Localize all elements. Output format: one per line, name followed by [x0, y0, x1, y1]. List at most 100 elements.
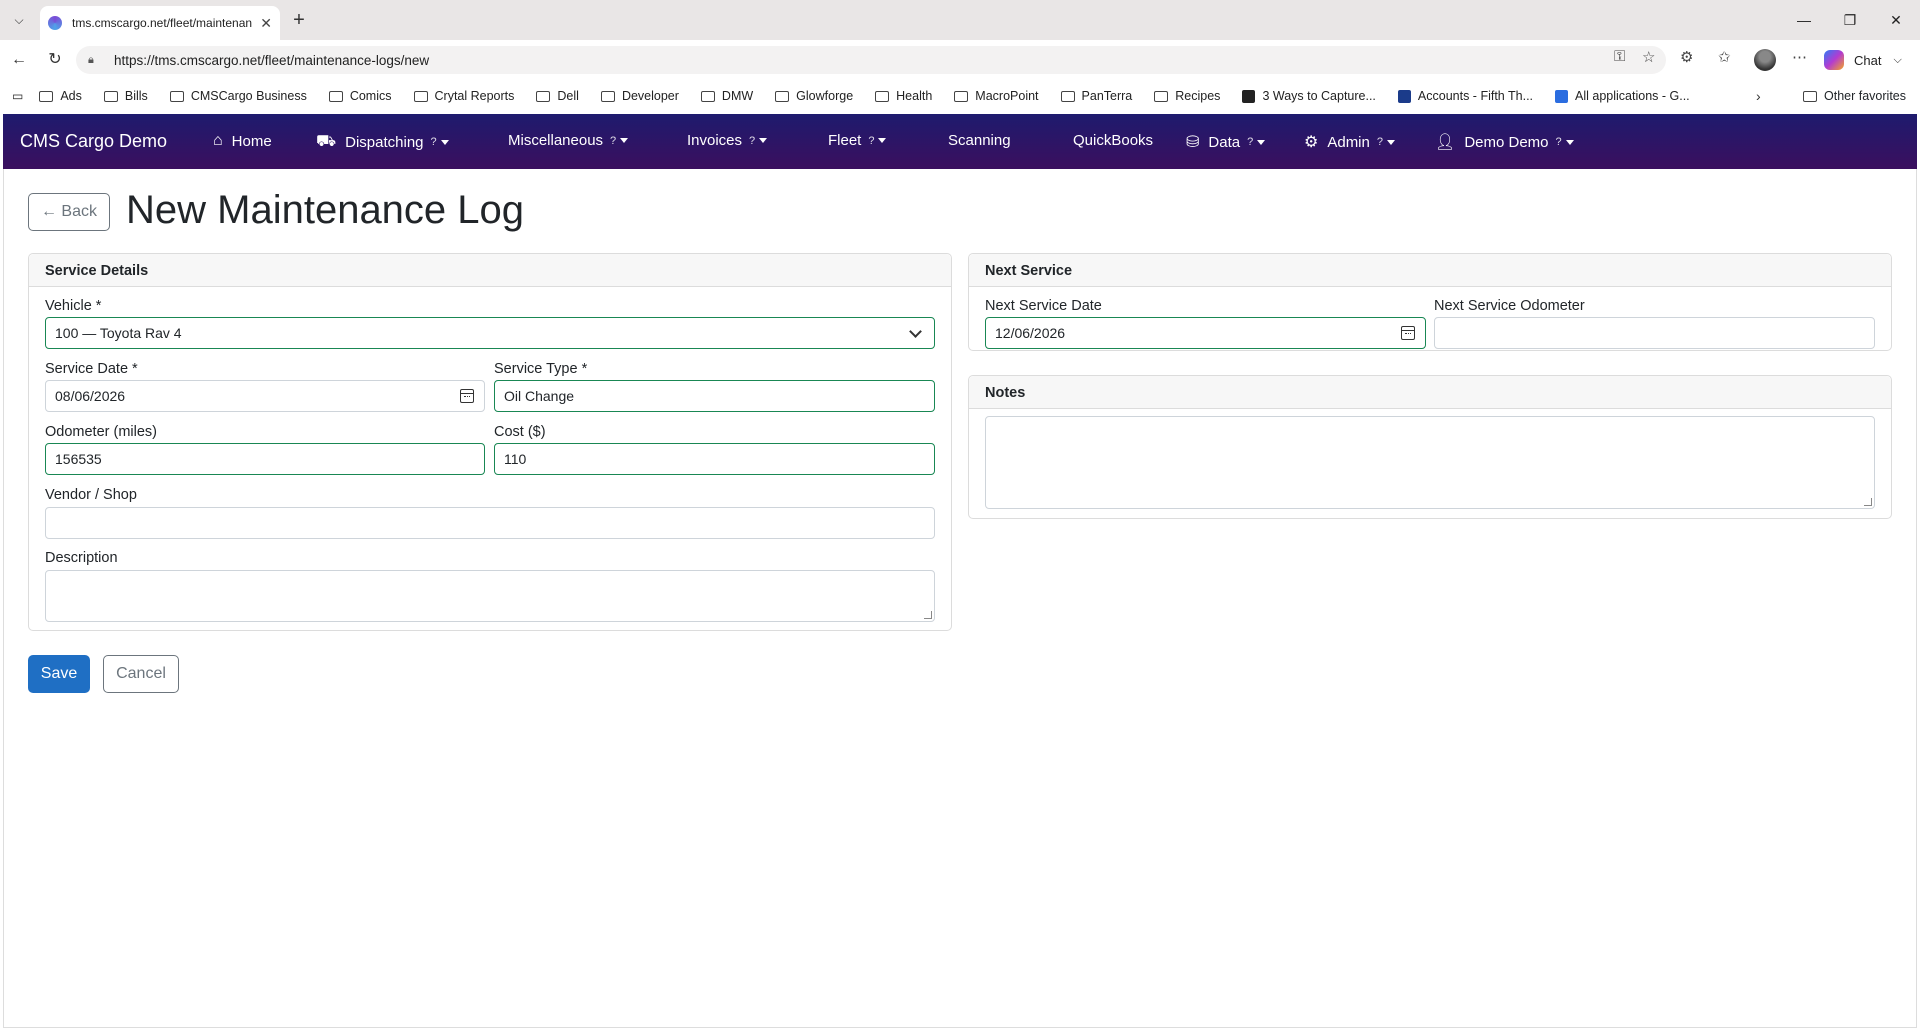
favorites-list-icon[interactable]: ✩	[1718, 48, 1731, 66]
lock-icon: 🔒︎	[88, 54, 94, 66]
bookmark-3-ways[interactable]: 3 Ways to Capture...	[1242, 89, 1376, 103]
odometer-input[interactable]: 156535	[45, 443, 485, 475]
bookmark-label: Ads	[60, 89, 82, 103]
bookmark-label: PanTerra	[1081, 89, 1133, 103]
bookmark-folder-ads[interactable]: Ads	[39, 89, 82, 103]
vehicle-select[interactable]: 100 — Toyota Rav 4	[45, 317, 935, 349]
next-service-date-input[interactable]: 12/06/2026	[985, 317, 1426, 349]
other-favorites[interactable]: Other favorites	[1803, 84, 1906, 108]
calendar-icon[interactable]	[460, 389, 474, 403]
nav-user[interactable]: 👤︎ Demo Demo?	[1435, 132, 1574, 152]
nav-label: Fleet	[828, 132, 862, 149]
nav-label: Demo Demo	[1464, 133, 1549, 151]
folder-icon	[328, 90, 343, 102]
notes-textarea[interactable]	[985, 416, 1875, 509]
caret-down-icon	[878, 138, 887, 143]
cost-input[interactable]: 110	[494, 443, 935, 475]
copilot-label: Chat	[1854, 52, 1882, 68]
minimize-icon[interactable]: —	[1784, 8, 1824, 32]
bookmark-folder-comics[interactable]: Comics	[328, 89, 392, 103]
new-tab-plus-icon[interactable]: +	[288, 9, 310, 31]
bookmark-folder-bills[interactable]: Bills	[103, 89, 148, 103]
help-mark: ?	[1247, 136, 1254, 148]
nav-data[interactable]: ⛁ Data?	[1186, 132, 1266, 152]
user-icon: 👤︎	[1435, 134, 1456, 151]
next-service-odometer-input[interactable]	[1434, 317, 1875, 349]
description-textarea[interactable]	[45, 570, 935, 622]
profile-avatar[interactable]	[1754, 49, 1776, 71]
browser-tab-active[interactable]: tms.cmscargo.net/fleet/maintenan ✕	[40, 6, 280, 40]
bookmark-all-applications[interactable]: All applications - G...	[1555, 89, 1690, 103]
folder-icon	[169, 90, 184, 102]
brand[interactable]: CMS Cargo Demo	[20, 131, 167, 152]
bookmarks-overflow-chevron-icon[interactable]: ›	[1756, 84, 1761, 108]
bookmark-folder-macropoint[interactable]: MacroPoint	[954, 89, 1039, 103]
cancel-button[interactable]: Cancel	[103, 655, 179, 693]
nav-fleet[interactable]: Fleet?	[828, 132, 887, 149]
next-service-date-value: 12/06/2026	[995, 325, 1066, 341]
next-service-odometer-label: Next Service Odometer	[1434, 298, 1585, 314]
nav-label: Home	[231, 132, 272, 150]
bookmarks-toggle-icon[interactable]: ▭	[12, 89, 23, 103]
tab-list-chevron-icon[interactable]: ⌵	[8, 9, 30, 31]
folder-icon	[536, 90, 551, 102]
bookmark-label: Comics	[349, 89, 392, 103]
back-button[interactable]: ← Back	[28, 193, 110, 231]
back-arrow-icon[interactable]: ←	[9, 50, 29, 70]
extensions-icon[interactable]: ⚙	[1680, 48, 1693, 66]
bookmark-folder-recipes[interactable]: Recipes	[1154, 89, 1220, 103]
folder-icon	[954, 90, 969, 102]
nav-scanning[interactable]: Scanning	[948, 132, 1011, 149]
tab-title: tms.cmscargo.net/fleet/maintenan	[72, 16, 253, 30]
tab-close-icon[interactable]: ✕	[260, 15, 272, 32]
site-favicon-icon	[48, 16, 62, 30]
service-type-input[interactable]: Oil Change	[494, 380, 935, 412]
address-bar[interactable]: 🔒︎ https://tms.cmscargo.net/fleet/mainte…	[76, 46, 1666, 74]
bookmark-folder-crytal-reports[interactable]: Crytal Reports	[413, 89, 514, 103]
folder-icon	[413, 90, 428, 102]
bookmark-label: Developer	[621, 89, 679, 103]
bookmark-folder-developer[interactable]: Developer	[600, 89, 679, 103]
nav-label: Invoices	[687, 132, 743, 149]
caret-down-icon	[620, 138, 629, 143]
nav-quickbooks[interactable]: QuickBooks	[1073, 132, 1153, 149]
next-service-date-label: Next Service Date	[985, 298, 1102, 314]
bookmark-folder-panterra[interactable]: PanTerra	[1060, 89, 1133, 103]
bookmark-label: Recipes	[1175, 89, 1221, 103]
bookmark-label: Health	[896, 89, 933, 103]
home-icon: ⌂	[213, 132, 223, 149]
help-mark: ?	[430, 136, 437, 148]
nav-dispatching[interactable]: ⛟ Dispatching?	[316, 132, 449, 152]
window-close-icon[interactable]: ✕	[1876, 8, 1916, 32]
copilot-chat-button[interactable]: Chat ⌵	[1824, 48, 1914, 72]
nav-miscellaneous[interactable]: Miscellaneous?	[508, 132, 629, 149]
service-details-header: Service Details	[29, 254, 951, 287]
nav-label: Dispatching	[345, 133, 424, 151]
bookmark-folder-health[interactable]: Health	[875, 89, 932, 103]
bookmark-accounts-fifth-third[interactable]: Accounts - Fifth Th...	[1397, 89, 1533, 103]
calendar-icon[interactable]	[1401, 326, 1415, 340]
folder-icon	[875, 90, 890, 102]
favorite-star-icon[interactable]: ☆	[1642, 48, 1655, 66]
service-type-value: Oil Change	[504, 388, 575, 404]
vendor-input[interactable]	[45, 507, 935, 539]
refresh-icon[interactable]: ↻	[45, 50, 65, 70]
more-menu-icon[interactable]: ⋯	[1792, 48, 1807, 66]
service-date-value: 08/06/2026	[55, 388, 126, 404]
bookmark-folder-cmscargo-business[interactable]: CMSCargo Business	[169, 89, 307, 103]
password-key-icon[interactable]: ⚿	[1614, 48, 1625, 65]
bookmark-folder-glowforge[interactable]: Glowforge	[775, 89, 853, 103]
nav-invoices[interactable]: Invoices?	[687, 132, 768, 149]
bookmark-folder-dmw[interactable]: DMW	[700, 89, 753, 103]
help-mark: ?	[749, 134, 756, 147]
service-date-input[interactable]: 08/06/2026	[45, 380, 485, 412]
nav-label: Miscellaneous	[508, 132, 604, 149]
nav-home[interactable]: ⌂ Home	[213, 132, 272, 150]
vehicle-value: 100 — Toyota Rav 4	[55, 325, 182, 341]
restore-icon[interactable]: ❐	[1830, 8, 1870, 32]
bookmark-folder-dell[interactable]: Dell	[536, 89, 579, 103]
caret-down-icon	[1257, 139, 1266, 145]
save-button[interactable]: Save	[28, 655, 90, 693]
url-text: https://tms.cmscargo.net/fleet/maintenan…	[114, 52, 430, 68]
nav-admin[interactable]: ⚙ Admin?	[1304, 132, 1395, 152]
